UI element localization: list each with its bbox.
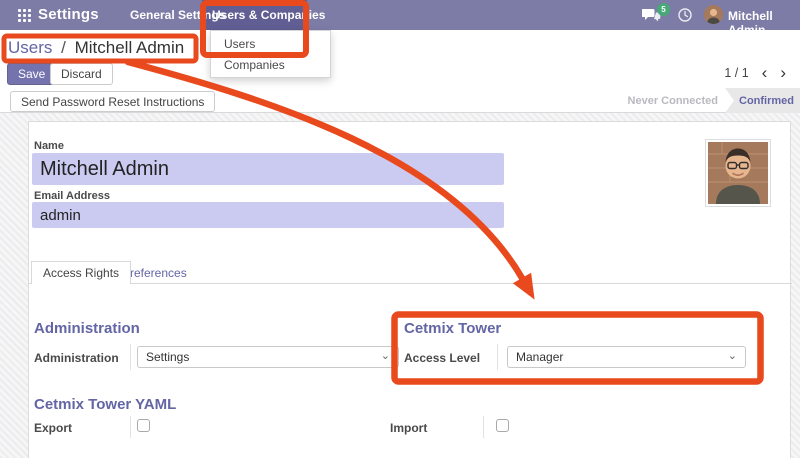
email-input[interactable]: admin bbox=[32, 202, 504, 228]
import-label: Import bbox=[390, 421, 427, 435]
user-menu[interactable]: Mitchell Admin bbox=[728, 9, 800, 37]
separator bbox=[483, 416, 484, 438]
activities-clock-icon[interactable] bbox=[678, 8, 692, 27]
cetmix-tower-section-title: Cetmix Tower bbox=[404, 320, 501, 337]
apps-grid-icon[interactable] bbox=[18, 9, 31, 22]
message-count-badge[interactable]: 5 bbox=[657, 3, 670, 16]
separator bbox=[130, 416, 131, 438]
export-label: Export bbox=[34, 421, 72, 435]
user-avatar-small[interactable] bbox=[704, 5, 723, 24]
discard-button[interactable]: Discard bbox=[50, 63, 113, 85]
breadcrumb-separator: / bbox=[61, 38, 66, 57]
send-password-reset-button[interactable]: Send Password Reset Instructions bbox=[10, 91, 215, 112]
name-label: Name bbox=[34, 140, 64, 152]
chevron-down-icon: ⌄ bbox=[381, 349, 390, 362]
cetmix-yaml-section-title: Cetmix Tower YAML bbox=[34, 396, 176, 413]
chevron-down-icon: ⌄ bbox=[728, 349, 737, 362]
app-title[interactable]: Settings bbox=[38, 6, 99, 23]
administration-field-label: Administration bbox=[34, 351, 119, 365]
users-companies-dropdown: Users Companies bbox=[210, 30, 331, 78]
access-level-label: Access Level bbox=[404, 351, 480, 365]
separator bbox=[130, 344, 131, 370]
administration-select[interactable]: Settings ⌄ bbox=[137, 346, 399, 368]
import-checkbox[interactable] bbox=[496, 419, 509, 432]
menu-users-companies[interactable]: Users & Companies bbox=[212, 0, 325, 30]
dropdown-item-companies[interactable]: Companies bbox=[211, 54, 330, 75]
administration-select-value: Settings bbox=[146, 350, 189, 364]
pager-next-icon[interactable]: › bbox=[780, 64, 786, 81]
dropdown-item-users[interactable]: Users bbox=[211, 33, 330, 54]
status-bar: Never Connected Confirmed bbox=[628, 88, 800, 113]
email-label: Email Address bbox=[34, 190, 110, 202]
status-never-connected[interactable]: Never Connected bbox=[628, 95, 718, 107]
administration-section-title: Administration bbox=[34, 320, 140, 337]
user-photo[interactable] bbox=[705, 139, 771, 207]
name-input[interactable]: Mitchell Admin bbox=[32, 153, 504, 185]
breadcrumb: Users / Mitchell Admin bbox=[8, 38, 184, 58]
pager-previous-icon[interactable]: ‹ bbox=[762, 64, 768, 81]
save-button[interactable]: Save bbox=[7, 63, 56, 85]
export-checkbox[interactable] bbox=[137, 419, 150, 432]
breadcrumb-current: Mitchell Admin bbox=[75, 38, 185, 57]
top-navbar: Settings General Settings Users & Compan… bbox=[0, 0, 800, 30]
odoo-settings-window: Settings General Settings Users & Compan… bbox=[0, 0, 800, 458]
pager: 1 / 1 ‹ › bbox=[724, 64, 786, 81]
tab-access-rights[interactable]: Access Rights bbox=[31, 261, 131, 284]
breadcrumb-users-link[interactable]: Users bbox=[8, 38, 52, 57]
access-level-select[interactable]: Manager ⌄ bbox=[507, 346, 746, 368]
status-confirmed[interactable]: Confirmed bbox=[725, 88, 800, 113]
separator bbox=[497, 344, 498, 370]
pager-count: 1 / 1 bbox=[724, 66, 748, 80]
access-level-select-value: Manager bbox=[516, 350, 563, 364]
